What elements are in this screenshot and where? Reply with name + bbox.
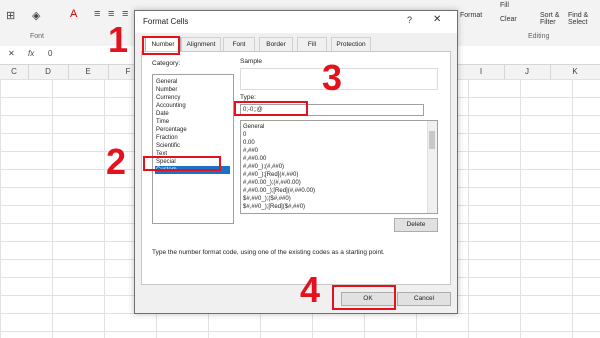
annotation-box-type-input [234,101,308,116]
sample-label: Sample [240,58,263,65]
annotation-box-ok [332,285,396,310]
category-list[interactable]: General Number Currency Accounting Date … [152,74,234,224]
step-number-4: 4 [300,269,321,310]
list-item[interactable]: Scientific [155,142,230,150]
list-item[interactable]: Time [155,118,230,126]
close-icon[interactable]: ✕ [433,14,441,25]
list-item[interactable]: General [243,123,264,131]
type-label: Type: [240,94,256,101]
list-item[interactable]: #,##0.00_);(#,##0.00) [243,179,301,187]
step-number-2: 2 [106,141,127,182]
step-number-3: 3 [322,57,343,98]
column-header[interactable]: D [28,65,69,79]
tab-font[interactable]: Font [223,37,255,52]
insert-function-icon[interactable]: fx [28,49,34,58]
column-header[interactable]: C [0,65,29,79]
column-header[interactable]: J [504,65,551,79]
list-item[interactable]: General [155,78,230,86]
list-item[interactable]: Accounting [155,102,230,110]
column-header[interactable]: I [458,65,505,79]
list-item[interactable]: 0 [243,131,246,139]
list-item[interactable]: 0.00 [243,139,255,147]
fill-color-icon[interactable]: ◈ [32,9,40,22]
align-left-icon[interactable]: ≡ [94,8,100,20]
format-list-scrollbar[interactable] [427,121,437,213]
list-item[interactable]: Number [155,86,230,94]
list-item[interactable]: $#,##0_);($#,##0) [243,195,291,203]
list-item[interactable]: #,##0_);(#,##0) [243,163,284,171]
cancel-button[interactable]: Cancel [397,292,451,306]
list-item[interactable]: #,##0_);[Red](#,##0) [243,171,298,179]
category-label: Category: [152,60,181,67]
list-item[interactable]: #,##0.00_);[Red](#,##0.00) [243,187,315,195]
tab-protection[interactable]: Protection [331,37,371,52]
step-number-1: 1 [108,19,129,60]
list-item[interactable]: Date [155,110,230,118]
fill-button[interactable]: Fill [500,2,509,9]
format-code-list[interactable]: General 0 0.00 #,##0 #,##0.00 #,##0_);(#… [240,120,438,214]
find-select-button[interactable]: Find & Select [568,12,600,26]
list-item[interactable]: Currency [155,94,230,102]
dialog-title: Format Cells [143,17,189,26]
dialog-title-bar: Format Cells ? ✕ [135,11,457,33]
list-item[interactable]: Percentage [155,126,230,134]
annotation-box-number-tab [142,36,180,55]
list-item[interactable]: #,##0.00 [243,155,266,163]
tab-alignment[interactable]: Alignment [181,37,221,52]
cancel-formula-icon[interactable]: ✕ [8,49,15,58]
help-icon[interactable]: ? [407,15,412,25]
font-group-label: Font [30,33,45,40]
column-header[interactable]: K [550,65,600,79]
tab-border[interactable]: Border [259,37,293,52]
column-header[interactable]: E [68,65,109,79]
clear-button[interactable]: Clear [500,16,517,23]
annotation-box-custom [143,156,221,171]
list-item[interactable]: #,##0 [243,147,258,155]
scrollbar-thumb[interactable] [429,131,435,149]
list-item[interactable]: Fraction [155,134,230,142]
sort-filter-button[interactable]: Sort & Filter [540,12,570,26]
hint-text: Type the number format code, using one o… [152,249,385,256]
border-icon[interactable]: ⊞ [6,9,15,22]
format-button[interactable]: Format [460,12,482,19]
font-color-icon[interactable]: A [70,8,77,20]
formula-input[interactable]: 0 [48,49,52,58]
delete-button[interactable]: Delete [394,218,438,232]
editing-group-label: Editing [528,33,550,40]
list-item[interactable]: $#,##0_);[Red]($#,##0) [243,203,305,211]
tab-fill[interactable]: Fill [297,37,327,52]
